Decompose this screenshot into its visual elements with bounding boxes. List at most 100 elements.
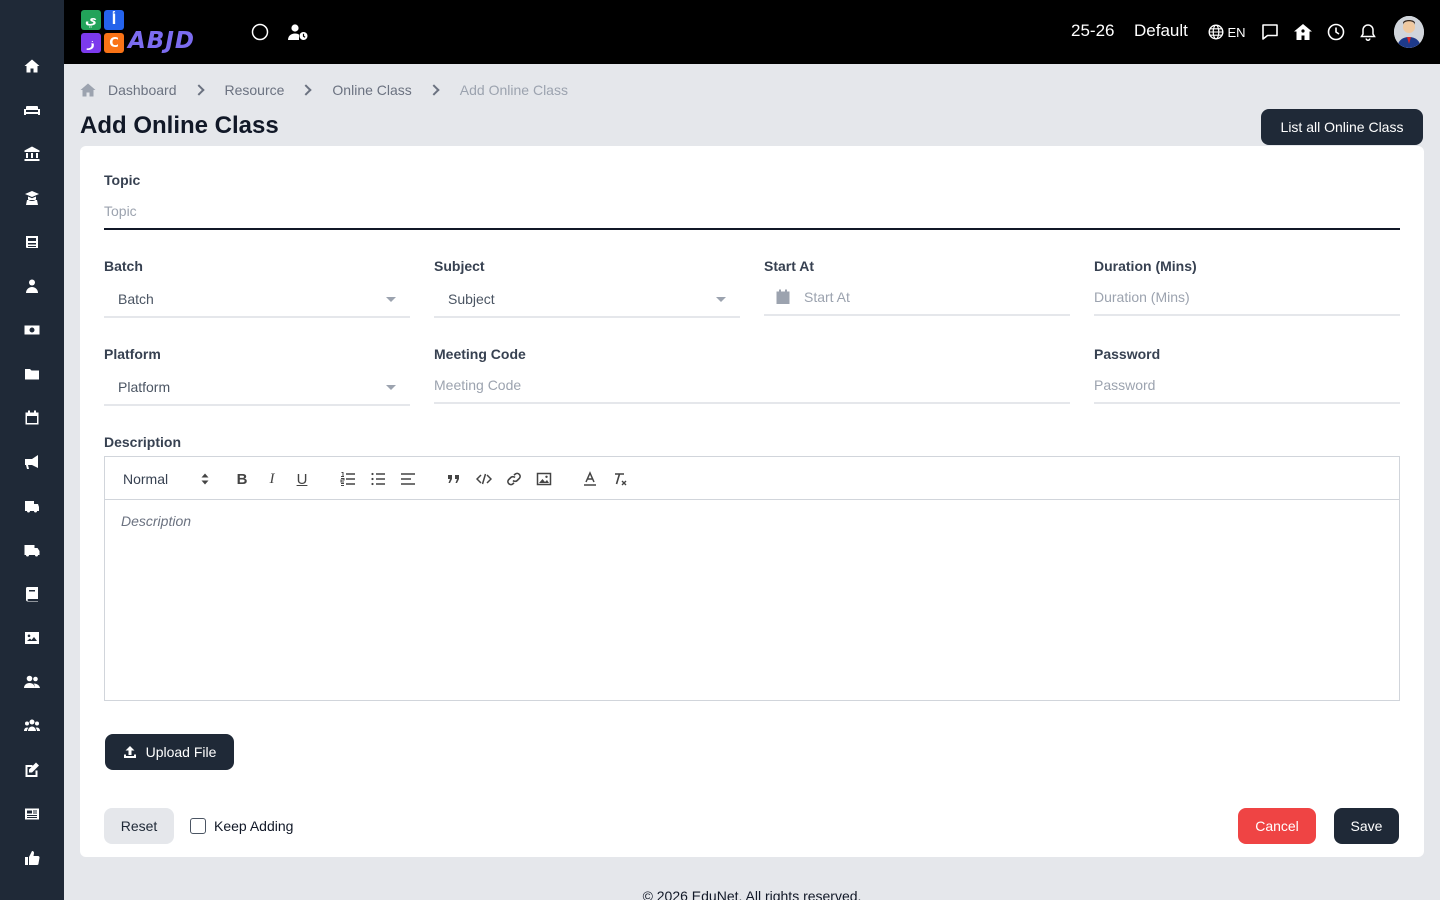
sidebar-item-news[interactable]	[0, 220, 64, 264]
text-color-button[interactable]	[579, 468, 601, 490]
platform-select[interactable]: Platform	[104, 370, 410, 406]
bold-button[interactable]: B	[231, 468, 253, 490]
school-home-icon[interactable]	[1292, 22, 1314, 42]
chevron-right-icon	[300, 84, 313, 96]
newspaper-icon	[25, 808, 39, 820]
sidebar-item-bank[interactable]	[0, 132, 64, 176]
sidebar-item-newspaper[interactable]	[0, 792, 64, 836]
sidebar-item-home[interactable]	[0, 44, 64, 88]
description-editor[interactable]: Normal B I U Description	[104, 456, 1400, 701]
topic-input[interactable]: Topic	[104, 194, 1400, 230]
caret-down-icon	[386, 385, 396, 390]
upload-file-label: Upload File	[145, 744, 217, 760]
bank-icon	[24, 146, 40, 161]
sidebar	[0, 0, 64, 900]
bell-icon[interactable]	[1358, 22, 1378, 42]
sidebar-item-calendar[interactable]	[0, 396, 64, 440]
clock-icon[interactable]	[1326, 22, 1346, 42]
calendar-icon	[776, 289, 790, 304]
blockquote-button[interactable]	[443, 468, 465, 490]
batch-value: Batch	[118, 291, 154, 307]
meeting-code-input[interactable]: Meeting Code	[434, 368, 1070, 404]
link-button[interactable]	[503, 468, 525, 490]
subject-value: Subject	[448, 291, 495, 307]
sidebar-item-folder[interactable]	[0, 352, 64, 396]
upload-icon	[123, 746, 136, 758]
sidebar-item-sofa[interactable]	[0, 88, 64, 132]
chat-icon[interactable]	[1260, 22, 1280, 42]
school-bus-icon	[25, 501, 39, 513]
logo-tile: C	[104, 33, 124, 53]
sidebar-item-teacher[interactable]	[0, 176, 64, 220]
logo[interactable]: ي أ ز C ABJD	[80, 8, 226, 56]
format-select[interactable]: Normal	[119, 468, 209, 490]
cancel-button[interactable]: Cancel	[1238, 808, 1316, 844]
ordered-list-button[interactable]	[337, 468, 359, 490]
text-color-icon	[584, 471, 596, 486]
breadcrumb-online-class[interactable]: Online Class	[332, 82, 411, 98]
italic-icon: I	[269, 470, 275, 487]
form-card: Topic Topic Batch Batch Subject Subject …	[80, 146, 1424, 857]
user-group-icon	[24, 719, 40, 731]
align-button[interactable]	[397, 468, 419, 490]
breadcrumb-resource[interactable]: Resource	[225, 82, 285, 98]
start-at-input[interactable]: Start At	[764, 280, 1070, 316]
bullet-list-button[interactable]	[367, 468, 389, 490]
batch-label: Batch	[104, 258, 143, 274]
image-button[interactable]	[533, 468, 555, 490]
sidebar-item-money[interactable]	[0, 308, 64, 352]
academic-session[interactable]: 25-26	[1071, 21, 1114, 41]
subject-select[interactable]: Subject	[434, 282, 740, 318]
save-button[interactable]: Save	[1334, 808, 1399, 844]
page-title: Add Online Class	[80, 112, 279, 139]
clear-format-button[interactable]	[609, 468, 631, 490]
sidebar-item-announcements[interactable]	[0, 440, 64, 484]
avatar[interactable]	[1394, 16, 1424, 48]
keep-adding-checkbox[interactable]	[190, 818, 206, 834]
duration-input[interactable]: Duration (Mins)	[1094, 280, 1400, 316]
sidebar-item-school[interactable]	[0, 484, 64, 528]
sidebar-item-user[interactable]	[0, 264, 64, 308]
keep-adding-label[interactable]: Keep Adding	[214, 818, 293, 834]
platform-label: Platform	[104, 346, 161, 362]
edit-icon	[25, 762, 39, 777]
password-label: Password	[1094, 346, 1161, 362]
underline-icon: U	[296, 470, 308, 488]
sidebar-item-users[interactable]	[0, 660, 64, 704]
language-selector[interactable]: EN	[1207, 23, 1247, 41]
list-all-online-class-button[interactable]: List all Online Class	[1261, 109, 1423, 145]
globe-icon	[1208, 24, 1224, 40]
breadcrumb-dashboard[interactable]: Dashboard	[108, 82, 177, 98]
caret-down-icon	[386, 297, 396, 302]
quote-icon	[448, 475, 459, 483]
chevron-right-icon	[192, 84, 205, 96]
sidebar-item-feedback[interactable]	[0, 836, 64, 880]
editor-toolbar: Normal B I U	[105, 457, 1399, 500]
home-icon[interactable]	[80, 82, 96, 98]
bullet-list-icon	[371, 472, 385, 486]
profile-selector[interactable]: Default	[1134, 21, 1188, 41]
reset-button[interactable]: Reset	[104, 808, 174, 844]
sidebar-item-book[interactable]	[0, 572, 64, 616]
sort-icon	[201, 473, 209, 485]
platform-value: Platform	[118, 379, 171, 395]
batch-select[interactable]: Batch	[104, 282, 410, 318]
book-icon	[25, 587, 38, 602]
theme-toggle-icon[interactable]	[250, 22, 270, 42]
users-icon	[24, 675, 40, 688]
topic-label: Topic	[104, 172, 141, 188]
sidebar-item-edit[interactable]	[0, 748, 64, 792]
user-clock-icon[interactable]	[286, 22, 310, 42]
password-input[interactable]: Password	[1094, 368, 1400, 404]
upload-file-button[interactable]: Upload File	[105, 734, 234, 770]
duration-label: Duration (Mins)	[1094, 258, 1197, 274]
start-at-placeholder: Start At	[804, 289, 850, 305]
underline-button[interactable]: U	[291, 468, 313, 490]
calendar-icon	[25, 410, 39, 425]
sidebar-item-groups[interactable]	[0, 704, 64, 748]
format-value: Normal	[123, 471, 169, 487]
sidebar-item-transport[interactable]	[0, 528, 64, 572]
italic-button[interactable]: I	[261, 468, 283, 490]
code-block-button[interactable]	[473, 468, 495, 490]
sidebar-item-gallery[interactable]	[0, 616, 64, 660]
